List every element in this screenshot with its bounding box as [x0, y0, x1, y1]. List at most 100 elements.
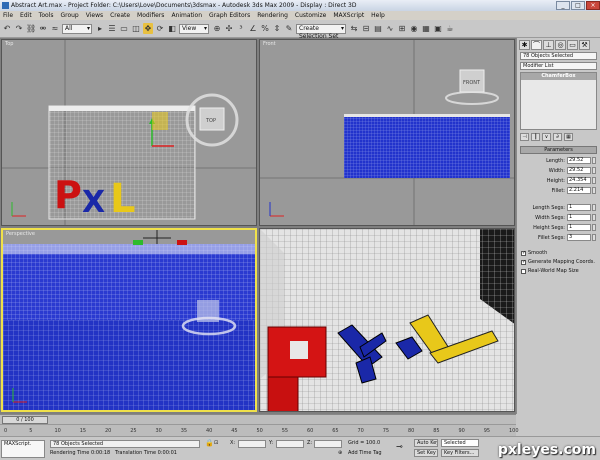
checkbox-box[interactable]	[521, 268, 526, 274]
menu-views[interactable]: Views	[86, 12, 103, 19]
show-end-result-icon[interactable]: ║	[531, 133, 540, 141]
width-spinner[interactable]	[592, 167, 596, 174]
time-slider-track[interactable]: 0 / 100	[0, 414, 516, 424]
select-object-icon[interactable]: ▸	[95, 23, 105, 34]
key-icon[interactable]: ⊸	[396, 443, 403, 451]
menu-graph-editors[interactable]: Graph Editors	[209, 12, 250, 19]
height-segs-input[interactable]: 1	[567, 224, 591, 231]
checkbox-box[interactable]: ✓	[521, 259, 526, 265]
selection-filter-dropdown[interactable]: All	[62, 23, 92, 34]
menu-animation[interactable]: Animation	[171, 12, 202, 19]
menu-modifiers[interactable]: Modifiers	[137, 12, 164, 19]
make-unique-icon[interactable]: ∨	[542, 133, 551, 141]
rect-selection-icon[interactable]: ▭	[119, 23, 129, 34]
time-slider[interactable]: 0 / 100	[2, 416, 48, 424]
menu-maxscript[interactable]: MAXScript	[333, 12, 364, 19]
bind-spacewarp-icon[interactable]: ≈	[50, 23, 60, 34]
select-by-name-icon[interactable]: ☰	[107, 23, 117, 34]
height-segs-spinner[interactable]	[592, 224, 596, 231]
remove-modifier-icon[interactable]: ∂	[553, 133, 562, 141]
z-coordinate-field[interactable]	[314, 440, 342, 448]
set-key-button[interactable]: Set Key	[414, 449, 438, 457]
create-tab-icon[interactable]: ✱	[519, 40, 530, 50]
x-coordinate-field[interactable]	[238, 440, 266, 448]
redo-icon[interactable]: ↷	[14, 23, 24, 34]
menu-edit[interactable]: Edit	[20, 12, 32, 19]
length-segs-spinner[interactable]	[592, 204, 596, 211]
undo-icon[interactable]: ↶	[2, 23, 12, 34]
link-icon[interactable]: ⛓	[26, 23, 36, 34]
align-icon[interactable]: ⊟	[361, 23, 371, 34]
configure-sets-icon[interactable]: ▦	[564, 133, 573, 141]
menu-customize[interactable]: Customize	[295, 12, 327, 19]
add-time-tag-button[interactable]: Add Time Tag	[348, 450, 382, 457]
stack-item-chamferbox[interactable]: ChamferBox	[521, 73, 596, 80]
modify-tab-icon[interactable]: ⌒	[531, 40, 542, 50]
reference-coord-dropdown[interactable]: View	[179, 23, 209, 34]
select-move-icon[interactable]: ✥	[143, 23, 153, 34]
window-crossing-icon[interactable]: ◫	[131, 23, 141, 34]
parameters-rollout[interactable]: Parameters	[520, 146, 597, 154]
viewcube-front-label[interactable]: FRONT	[463, 80, 481, 86]
unlink-icon[interactable]: ⚮	[38, 23, 48, 34]
smooth-checkbox[interactable]: ✓ Smooth	[521, 249, 596, 257]
layer-manager-icon[interactable]: ▤	[373, 23, 383, 34]
display-tab-icon[interactable]: ▭	[567, 40, 578, 50]
fillet-segs-input[interactable]: 3	[567, 234, 591, 241]
viewport-label-front[interactable]: Front	[263, 41, 276, 47]
modifier-list-dropdown[interactable]: Modifier List	[520, 62, 597, 70]
angle-snap-icon[interactable]: ∠	[248, 23, 258, 34]
percent-snap-icon[interactable]: %	[260, 23, 270, 34]
edit-named-selection-icon[interactable]: ✎	[284, 23, 294, 34]
viewcube-top-label[interactable]: TOP	[205, 118, 216, 124]
length-spinner[interactable]	[592, 157, 596, 164]
menu-rendering[interactable]: Rendering	[257, 12, 288, 19]
transform-mode-icon[interactable]: ⊡	[214, 440, 218, 447]
curve-editor-icon[interactable]: ∿	[385, 23, 395, 34]
fillet-input[interactable]: 2.214	[567, 187, 591, 194]
maxscript-listener[interactable]: MAXScript.	[1, 440, 45, 458]
key-filters-button[interactable]: Key Filters...	[441, 449, 479, 457]
spinner-snap-icon[interactable]: ⇕	[272, 23, 282, 34]
menu-tools[interactable]: Tools	[39, 12, 54, 19]
select-scale-icon[interactable]: ◧	[167, 23, 177, 34]
modifier-stack[interactable]: ChamferBox	[520, 72, 597, 130]
minimize-button[interactable]: _	[556, 1, 570, 10]
utilities-tab-icon[interactable]: ⚒	[579, 40, 590, 50]
height-spinner[interactable]	[592, 177, 596, 184]
render-setup-icon[interactable]: ▦	[421, 23, 431, 34]
auto-key-button[interactable]: Auto Key	[414, 439, 438, 447]
width-segs-spinner[interactable]	[592, 214, 596, 221]
rendered-frame-icon[interactable]: ▣	[433, 23, 443, 34]
pivot-center-icon[interactable]: ⊕	[212, 23, 222, 34]
width-segs-input[interactable]: 1	[567, 214, 591, 221]
close-button[interactable]: ×	[586, 1, 600, 10]
maximize-button[interactable]: □	[571, 1, 585, 10]
length-input[interactable]: 29.52	[567, 157, 591, 164]
menu-help[interactable]: Help	[371, 12, 385, 19]
material-editor-icon[interactable]: ◉	[409, 23, 419, 34]
motion-tab-icon[interactable]: ◎	[555, 40, 566, 50]
perspective-viewport[interactable]: Perspective	[1, 228, 257, 412]
time-tag-icon[interactable]: ⊕	[338, 450, 342, 457]
menu-group[interactable]: Group	[60, 12, 78, 19]
pin-stack-icon[interactable]: ⊣	[520, 133, 529, 141]
named-selection-set-dropdown[interactable]: Create Selection Set	[296, 23, 346, 40]
camera-viewport[interactable]	[259, 228, 515, 412]
width-input[interactable]: 29.52	[567, 167, 591, 174]
object-name-field[interactable]: 78 Objects Selected	[520, 52, 597, 60]
height-input[interactable]: 24.354	[567, 177, 591, 184]
selection-set-dropdown[interactable]: Selected	[441, 439, 479, 447]
checkbox-box[interactable]: ✓	[521, 250, 526, 256]
quick-render-icon[interactable]: ☕	[445, 23, 455, 34]
hierarchy-tab-icon[interactable]: ⊥	[543, 40, 554, 50]
viewport-label-top[interactable]: Top	[5, 41, 13, 47]
real-world-map-checkbox[interactable]: Real-World Map Size	[521, 267, 596, 275]
track-bar[interactable]: 0 5 10 15 20 25 30 35 40 45 50 55 60 65 70 75 80 85 90 95 10…	[0, 424, 519, 436]
fillet-spinner[interactable]	[592, 187, 596, 194]
front-viewport[interactable]: Front FRONT	[259, 39, 515, 226]
mirror-icon[interactable]: ⇆	[349, 23, 359, 34]
snap-toggle-icon[interactable]: ³	[236, 23, 246, 34]
menu-file[interactable]: File	[3, 12, 13, 19]
fillet-segs-spinner[interactable]	[592, 234, 596, 241]
